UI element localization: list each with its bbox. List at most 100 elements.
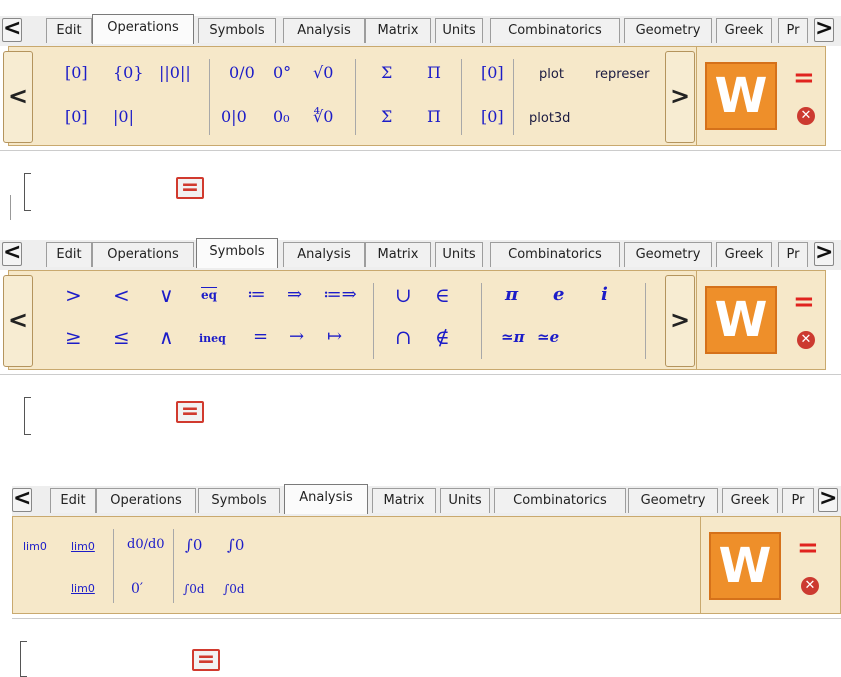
integral-button[interactable]: ∫0: [185, 535, 202, 555]
tab-scroll-left-button[interactable]: <: [2, 18, 22, 42]
tab-scroll-right-button[interactable]: >: [818, 488, 838, 512]
round-button[interactable]: [0]: [481, 107, 504, 127]
tab-programming[interactable]: Pr: [778, 18, 808, 43]
approx-e-button[interactable]: ≃e: [537, 327, 559, 347]
mixed-fraction-button[interactable]: 0|0: [221, 107, 247, 127]
equal-icon-button[interactable]: =: [793, 65, 815, 91]
plot-button[interactable]: plot: [539, 65, 564, 85]
tab-greek[interactable]: Greek: [722, 488, 778, 513]
brace-button[interactable]: {0}: [113, 63, 144, 83]
formula-editor[interactable]: =: [12, 618, 841, 677]
palette-scroll-right-button[interactable]: >: [665, 275, 695, 367]
tab-operations[interactable]: Operations: [92, 14, 194, 44]
arrow-button[interactable]: →: [289, 327, 304, 347]
integral-dx-button[interactable]: ∫0d: [183, 579, 205, 599]
subscript-button[interactable]: 0₀: [273, 107, 290, 127]
tab-symbols[interactable]: Symbols: [196, 238, 278, 268]
tab-units[interactable]: Units: [435, 18, 483, 43]
sum-button[interactable]: Σ: [381, 63, 392, 83]
abs-button[interactable]: |0|: [113, 107, 134, 127]
not-element-of-button[interactable]: ∉: [435, 327, 450, 347]
limit-left-button[interactable]: lim0: [71, 579, 95, 599]
less-equal-button[interactable]: ≤: [113, 327, 130, 347]
tab-greek[interactable]: Greek: [716, 18, 772, 43]
product-range-button[interactable]: Π̄: [427, 107, 441, 127]
formula-editor[interactable]: =: [0, 374, 841, 445]
tab-programming[interactable]: Pr: [782, 488, 814, 513]
sqrt-button[interactable]: √0: [313, 63, 333, 83]
euler-e-button[interactable]: e: [553, 285, 564, 305]
sum-range-button[interactable]: Σ̄: [381, 107, 392, 127]
assign-button[interactable]: ≔: [247, 285, 266, 305]
tab-edit[interactable]: Edit: [46, 242, 92, 267]
equal-icon-button[interactable]: =: [797, 535, 819, 561]
tab-geometry[interactable]: Geometry: [628, 488, 718, 513]
close-icon[interactable]: ✕: [801, 577, 819, 595]
tab-scroll-right-button[interactable]: >: [814, 18, 834, 42]
tab-combinatorics[interactable]: Combinatorics: [494, 488, 626, 513]
tab-geometry[interactable]: Geometry: [624, 18, 712, 43]
tab-combinatorics[interactable]: Combinatorics: [490, 242, 620, 267]
and-button[interactable]: ∧: [159, 327, 174, 347]
tab-symbols[interactable]: Symbols: [198, 488, 280, 513]
tab-analysis[interactable]: Analysis: [283, 242, 365, 267]
floor-button[interactable]: [0]: [65, 107, 88, 127]
close-icon[interactable]: ✕: [797, 107, 815, 125]
close-icon[interactable]: ✕: [797, 331, 815, 349]
plot3d-button[interactable]: plot3d: [529, 109, 570, 129]
tab-scroll-left-button[interactable]: <: [2, 242, 22, 266]
greater-than-button[interactable]: >: [65, 285, 82, 305]
tab-analysis[interactable]: Analysis: [284, 484, 368, 514]
fraction-button[interactable]: 0/0: [229, 63, 255, 83]
tab-operations[interactable]: Operations: [92, 242, 194, 267]
tab-matrix[interactable]: Matrix: [365, 242, 431, 267]
definite-integral-dx-button[interactable]: ∫0d: [223, 579, 245, 599]
tab-scroll-right-button[interactable]: >: [814, 242, 834, 266]
formula-editor[interactable]: =: [0, 150, 841, 221]
prime-derivative-button[interactable]: 0′: [131, 579, 143, 599]
tab-symbols[interactable]: Symbols: [198, 18, 276, 43]
ceil-button[interactable]: [0]: [481, 63, 504, 83]
tab-greek[interactable]: Greek: [716, 242, 772, 267]
or-button[interactable]: ∨: [159, 285, 174, 305]
maps-to-button[interactable]: ↦: [327, 327, 342, 347]
less-than-button[interactable]: <: [113, 285, 130, 305]
tab-edit[interactable]: Edit: [46, 18, 92, 43]
palette-scroll-left-button[interactable]: <: [3, 51, 33, 143]
union-button[interactable]: ∪: [395, 285, 412, 305]
pi-button[interactable]: π: [505, 285, 518, 305]
tab-matrix[interactable]: Matrix: [365, 18, 431, 43]
definite-integral-button[interactable]: ∫0: [227, 535, 244, 555]
element-of-button[interactable]: ∈: [435, 285, 450, 305]
nth-root-button[interactable]: ∜0: [313, 107, 333, 127]
tab-units[interactable]: Units: [435, 242, 483, 267]
evaluate-button[interactable]: =: [176, 177, 204, 199]
tab-units[interactable]: Units: [440, 488, 490, 513]
greater-equal-button[interactable]: ≥: [65, 327, 82, 347]
approx-pi-button[interactable]: ≃π: [501, 327, 525, 347]
represent-button[interactable]: represer: [595, 65, 667, 85]
evaluate-button[interactable]: =: [192, 649, 220, 671]
tab-geometry[interactable]: Geometry: [624, 242, 712, 267]
limit-right-button[interactable]: lim0: [71, 537, 95, 557]
palette-scroll-right-button[interactable]: >: [665, 51, 695, 143]
power-button[interactable]: 0°: [273, 63, 291, 83]
palette-scroll-left-button[interactable]: <: [3, 275, 33, 367]
inequation-button[interactable]: ineq: [199, 329, 226, 349]
norm-button[interactable]: ||0||: [159, 63, 191, 83]
tab-programming[interactable]: Pr: [778, 242, 808, 267]
tab-analysis[interactable]: Analysis: [283, 18, 365, 43]
evaluate-button[interactable]: =: [176, 401, 204, 423]
limit-button[interactable]: lim0: [23, 537, 47, 557]
tab-combinatorics[interactable]: Combinatorics: [490, 18, 620, 43]
tab-operations[interactable]: Operations: [96, 488, 196, 513]
tab-edit[interactable]: Edit: [50, 488, 96, 513]
equal-icon-button[interactable]: =: [793, 289, 815, 315]
product-button[interactable]: Π: [427, 63, 441, 83]
equation-button[interactable]: eq: [201, 285, 217, 305]
tab-scroll-left-button[interactable]: <: [12, 488, 32, 512]
derivative-button[interactable]: d0/d0: [127, 535, 165, 555]
implies-button[interactable]: ⇒: [287, 285, 302, 305]
bracket-button[interactable]: [0]: [65, 63, 88, 83]
tab-matrix[interactable]: Matrix: [372, 488, 436, 513]
